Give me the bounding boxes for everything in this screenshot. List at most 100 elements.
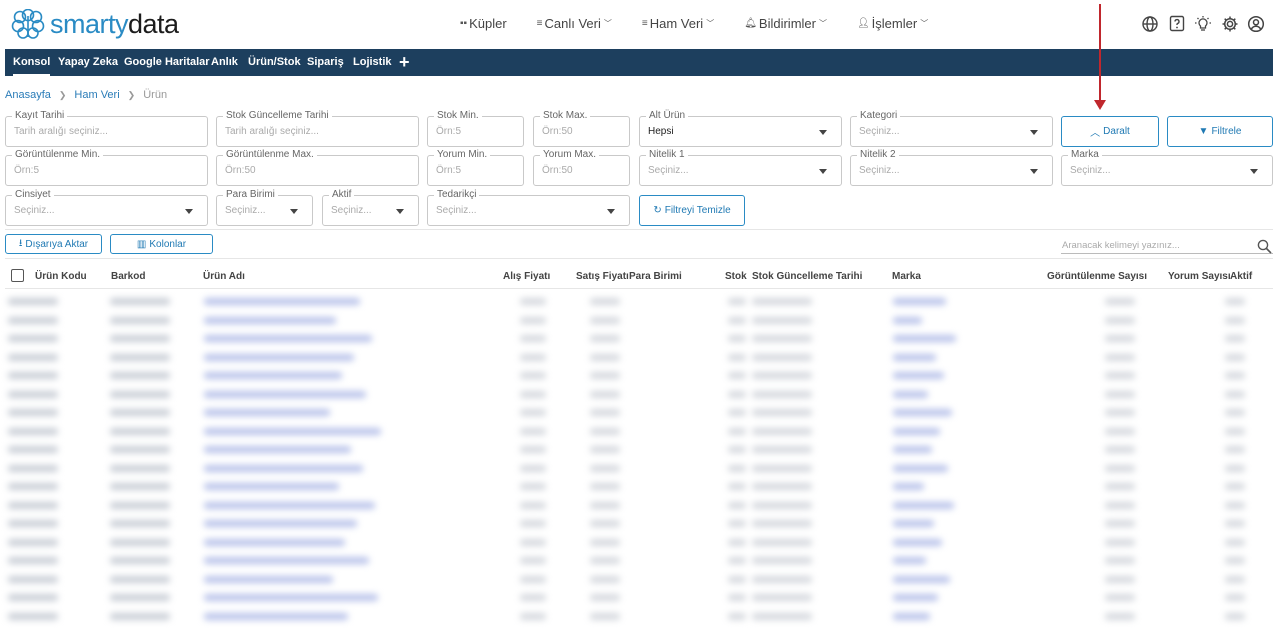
yorum-min-field[interactable]: Yorum Min. Örn:5 bbox=[427, 149, 524, 186]
goruntulenme-min-field[interactable]: Görüntülenme Min. Örn:5 bbox=[5, 149, 208, 186]
stok-max-field[interactable]: Stok Max. Örn:50 bbox=[533, 110, 630, 147]
blurred-cell bbox=[590, 538, 620, 546]
aktif-select[interactable]: Aktif Seçiniz... bbox=[322, 189, 419, 226]
search-input[interactable]: Aranacak kelimeyi yazınız... bbox=[1062, 240, 1180, 251]
blurred-cell bbox=[1225, 520, 1245, 527]
filtrele-button[interactable]: ▼ Filtrele bbox=[1167, 116, 1273, 147]
tab-anlik[interactable]: Anlık bbox=[211, 49, 238, 76]
blurred-cell bbox=[204, 464, 363, 472]
tedarikci-select[interactable]: Tedarikçi Seçiniz... bbox=[427, 189, 630, 226]
yorum-max-field[interactable]: Yorum Max. Örn:50 bbox=[533, 149, 630, 186]
help-icon[interactable] bbox=[1168, 15, 1186, 33]
nav-canli-veri[interactable]: ≡ Canlı Veri ﹀ bbox=[537, 16, 612, 31]
blurred-cell bbox=[590, 501, 620, 509]
blurred-cell bbox=[204, 409, 330, 416]
blurred-cell bbox=[204, 594, 378, 601]
user-circle-icon[interactable] bbox=[1247, 15, 1265, 33]
filtreyi-temizle-button[interactable]: ↻ Filtreyi Temizle bbox=[639, 195, 745, 226]
select-all-checkbox[interactable] bbox=[11, 269, 24, 282]
blurred-cell bbox=[8, 353, 58, 361]
gear-icon[interactable] bbox=[1221, 15, 1239, 33]
blurred-cell bbox=[204, 483, 339, 490]
table-search[interactable]: Aranacak kelimeyi yazınız... bbox=[1061, 236, 1273, 254]
breadcrumb-home[interactable]: Anasayfa bbox=[5, 89, 51, 101]
blurred-cell bbox=[110, 446, 170, 453]
kayit-tarihi-field[interactable]: Kayıt Tarihi Tarih aralığı seçiniz... bbox=[5, 110, 208, 147]
column-aktif[interactable]: Aktif bbox=[1230, 271, 1252, 282]
alt-urun-select[interactable]: Alt Ürün Hepsi bbox=[639, 110, 842, 147]
blurred-cell bbox=[728, 353, 746, 361]
blurred-cell bbox=[752, 501, 812, 509]
add-tab-button[interactable]: + bbox=[399, 51, 410, 73]
column-stok[interactable]: Stok bbox=[725, 271, 747, 282]
globe-icon[interactable] bbox=[1141, 15, 1159, 33]
blurred-cell bbox=[893, 427, 940, 435]
blurred-cell bbox=[728, 594, 746, 601]
column-para-birimi[interactable]: Para Birimi bbox=[629, 271, 682, 282]
goruntulenme-max-field[interactable]: Görüntülenme Max. Örn:50 bbox=[216, 149, 419, 186]
nav-ham-veri[interactable]: ≡ Ham Veri ﹀ bbox=[642, 16, 714, 31]
brand-name: smartydata bbox=[50, 9, 179, 39]
breadcrumb-section[interactable]: Ham Veri bbox=[74, 89, 119, 101]
blurred-cell bbox=[8, 464, 58, 472]
tab-urun-stok[interactable]: Ürün/Stok bbox=[248, 49, 301, 76]
blurred-cell bbox=[8, 372, 58, 379]
stok-min-field[interactable]: Stok Min. Örn:5 bbox=[427, 110, 524, 147]
tab-siparis[interactable]: Sipariş bbox=[307, 49, 344, 76]
column-urun-adi[interactable]: Ürün Adı bbox=[203, 271, 245, 282]
tab-yapay-zeka[interactable]: Yapay Zeka bbox=[58, 49, 118, 76]
blurred-cell bbox=[590, 464, 620, 472]
column-barkod[interactable]: Barkod bbox=[111, 271, 145, 282]
nitelik1-label: Nitelik 1 bbox=[646, 149, 688, 161]
column-satis-fiyati[interactable]: Satış Fiyatı bbox=[576, 271, 629, 282]
para-birimi-select[interactable]: Para Birimi Seçiniz... bbox=[216, 189, 313, 226]
blurred-cell bbox=[8, 409, 58, 416]
blurred-cell bbox=[8, 335, 58, 342]
lightbulb-icon[interactable] bbox=[1194, 15, 1212, 33]
column-urun-kodu[interactable]: Ürün Kodu bbox=[35, 271, 87, 282]
column-stok-guncelleme-tarihi[interactable]: Stok Güncelleme Tarihi bbox=[752, 271, 862, 282]
stok-guncelleme-field[interactable]: Stok Güncelleme Tarihi Tarih aralığı seç… bbox=[216, 110, 419, 147]
nav-islemler[interactable]: 👤︎ İşlemler ﹀ bbox=[857, 16, 928, 31]
divider bbox=[5, 229, 1273, 230]
stok-min-placeholder: Örn:5 bbox=[436, 126, 462, 137]
alt-urun-value: Hepsi bbox=[648, 126, 674, 137]
blurred-cell bbox=[752, 612, 812, 620]
blurred-cell bbox=[728, 298, 746, 305]
kolonlar-button[interactable]: ▥ Kolonlar bbox=[110, 234, 213, 254]
blurred-cell bbox=[1225, 557, 1245, 564]
tab-lojistik[interactable]: Lojistik bbox=[353, 49, 392, 76]
nav-kupler[interactable]: ▪▪ Küpler bbox=[460, 16, 507, 31]
filter-icon: ▼ bbox=[1198, 126, 1209, 137]
kategori-select[interactable]: Kategori Seçiniz... bbox=[850, 110, 1053, 147]
column-goruntulenme-sayisi[interactable]: Görüntülenme Sayısı bbox=[1047, 271, 1147, 282]
refresh-icon: ↻ bbox=[653, 205, 662, 216]
column-marka[interactable]: Marka bbox=[892, 271, 921, 282]
disariya-aktar-button[interactable]: ⭳ Dışarıya Aktar bbox=[5, 234, 102, 254]
yorum-min-placeholder: Örn:5 bbox=[436, 165, 462, 176]
blurred-cell bbox=[752, 335, 812, 342]
column-alis-fiyati[interactable]: Alış Fiyatı bbox=[503, 271, 550, 282]
marka-select[interactable]: Marka Seçiniz... bbox=[1061, 149, 1273, 186]
column-yorum-sayisi[interactable]: Yorum Sayısı bbox=[1168, 271, 1231, 282]
blurred-cell bbox=[752, 483, 812, 490]
chevron-right-icon: ❯ bbox=[58, 89, 67, 100]
blurred-cell bbox=[752, 409, 812, 416]
nitelik1-select[interactable]: Nitelik 1 Seçiniz... bbox=[639, 149, 842, 186]
nav-bildirimler[interactable]: 🔔︎ Bildirimler ﹀ bbox=[744, 16, 827, 31]
divider bbox=[5, 288, 1273, 289]
cinsiyet-select[interactable]: Cinsiyet Seçiniz... bbox=[5, 189, 208, 226]
brand-logo[interactable]: smartydata bbox=[10, 9, 179, 39]
search-icon[interactable] bbox=[1257, 239, 1272, 254]
nitelik1-placeholder: Seçiniz... bbox=[648, 165, 689, 176]
blurred-cell bbox=[1105, 464, 1135, 472]
tab-konsol[interactable]: Konsol bbox=[13, 49, 51, 76]
blurred-cell bbox=[728, 557, 746, 564]
daralt-button[interactable]: ︿ Daralt bbox=[1061, 116, 1159, 147]
breadcrumb-current: Ürün bbox=[143, 89, 168, 101]
marka-label: Marka bbox=[1068, 149, 1102, 161]
tab-google-haritalar[interactable]: Google Haritalar bbox=[124, 49, 210, 76]
nitelik2-select[interactable]: Nitelik 2 Seçiniz... bbox=[850, 149, 1053, 186]
blurred-cell bbox=[590, 409, 620, 416]
blurred-cell bbox=[752, 557, 812, 564]
